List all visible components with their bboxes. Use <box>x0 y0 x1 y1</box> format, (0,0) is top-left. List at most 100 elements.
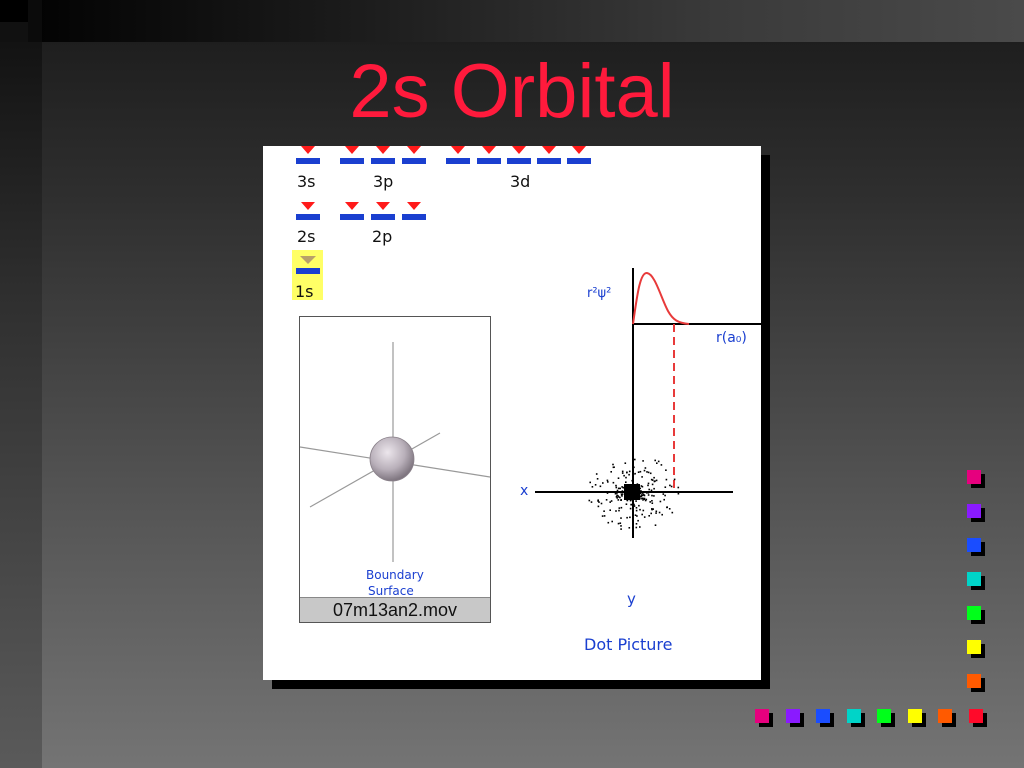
dot <box>619 522 622 524</box>
dot <box>635 509 638 512</box>
dot <box>610 500 613 502</box>
dot <box>597 499 599 501</box>
dot <box>620 525 622 527</box>
dot <box>653 476 655 479</box>
dot <box>673 478 676 481</box>
dot <box>616 489 619 492</box>
dot <box>633 505 636 507</box>
dot <box>654 480 656 482</box>
dot-picture-caption: Dot Picture <box>584 635 673 654</box>
dot <box>640 492 642 495</box>
dot <box>650 478 653 481</box>
dot <box>659 500 662 503</box>
dot <box>663 498 665 501</box>
dot <box>669 484 671 487</box>
dot <box>618 507 621 509</box>
dot <box>629 516 631 519</box>
dot <box>635 507 638 509</box>
bullet-vertical <box>967 606 981 620</box>
bullet-horizontal <box>816 709 830 723</box>
dot <box>617 487 620 490</box>
dot <box>594 484 597 486</box>
dot <box>628 527 631 529</box>
dot <box>639 470 642 473</box>
dot <box>621 472 624 474</box>
dot <box>621 486 623 488</box>
dot <box>599 485 602 488</box>
dot <box>647 492 650 494</box>
dot <box>651 483 654 486</box>
dot <box>619 487 621 490</box>
dot <box>671 511 674 514</box>
dot <box>677 492 680 495</box>
dot <box>647 482 650 485</box>
dot <box>670 485 673 488</box>
dot <box>629 507 632 510</box>
dot <box>628 473 630 476</box>
dot <box>603 491 605 493</box>
dot <box>625 503 628 505</box>
dot <box>591 486 594 488</box>
dot <box>614 492 617 495</box>
dot <box>616 494 618 497</box>
dot <box>645 492 648 494</box>
dot <box>620 528 622 530</box>
dot <box>653 487 655 490</box>
dot <box>665 469 667 471</box>
dot <box>615 510 617 512</box>
dot <box>625 476 627 479</box>
dot <box>631 479 633 482</box>
dot <box>648 488 650 491</box>
dot <box>665 478 668 481</box>
dot <box>641 494 643 496</box>
dot <box>626 471 628 474</box>
dot <box>602 482 604 484</box>
bullet-vertical <box>967 572 981 586</box>
dot <box>634 458 636 461</box>
dot <box>643 497 646 500</box>
bullet-horizontal <box>907 709 922 723</box>
dot <box>616 492 618 494</box>
dot <box>609 501 611 503</box>
dot <box>656 462 658 464</box>
dot <box>641 476 643 478</box>
bullet-horizontal <box>968 709 983 723</box>
dot <box>606 479 609 482</box>
bullet-horizontal <box>755 709 769 723</box>
dot <box>632 461 634 464</box>
dot <box>637 519 639 522</box>
bullet-vertical <box>967 640 981 654</box>
dot <box>633 503 635 506</box>
dot <box>621 490 624 492</box>
dot <box>654 459 656 462</box>
dot <box>647 494 650 496</box>
dot <box>640 485 643 487</box>
corner-decor <box>0 0 28 22</box>
bullet-vertical <box>967 504 981 518</box>
dot <box>595 473 598 475</box>
bullet-horizontal <box>938 709 952 723</box>
dot <box>605 499 608 501</box>
dot <box>645 498 648 501</box>
dot <box>638 504 640 507</box>
dot <box>620 494 623 496</box>
dot <box>642 460 644 462</box>
bullet-horizontal <box>785 709 800 723</box>
dot <box>650 489 653 492</box>
dot <box>619 496 621 499</box>
corner-decor-2 <box>28 0 42 42</box>
y-axis-label: y <box>627 590 636 608</box>
dot <box>618 509 620 512</box>
dot <box>662 493 665 495</box>
dot <box>664 486 667 488</box>
dot <box>596 478 599 480</box>
dot <box>607 521 610 524</box>
dot <box>617 522 620 525</box>
dot <box>616 497 618 499</box>
corner-decor-3 <box>0 22 28 42</box>
dot <box>630 503 633 506</box>
dot <box>623 474 625 477</box>
dot <box>655 512 657 514</box>
dot <box>589 481 591 484</box>
dot <box>647 471 650 474</box>
